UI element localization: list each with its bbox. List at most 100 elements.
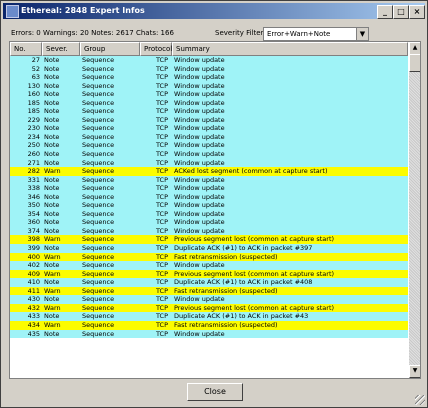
row-group: Sequence: [82, 218, 115, 227]
vertical-scrollbar[interactable]: ▲ ▼: [409, 42, 420, 378]
app-icon: [6, 5, 19, 18]
window-title: Ethereal: 2848 Expert Infos: [21, 6, 145, 15]
table-row[interactable]: 432 Warn Sequence TCP Previous segment lost …: [10, 303, 408, 313]
row-severity: Note: [44, 175, 60, 184]
table-row[interactable]: 433 Note Sequence TCP Duplicate ACK (#1) to …: [10, 312, 408, 321]
table-row[interactable]: 346 Note Sequence TCP Window update: [10, 192, 408, 202]
row-severity: Note: [44, 184, 60, 193]
scroll-down-button[interactable]: ▼: [409, 365, 420, 378]
row-group: Sequence: [82, 226, 115, 235]
row-summary: Window update: [174, 329, 225, 338]
row-protocol: TCP: [155, 56, 168, 64]
row-severity: Note: [44, 192, 60, 201]
table-row[interactable]: 230 Note Sequence TCP Window update: [10, 124, 408, 133]
row-severity: Note: [44, 295, 60, 304]
row-no: 360: [27, 218, 40, 227]
list-header: No. Sever. Group Protocol Summary: [10, 42, 408, 56]
row-group: Sequence: [82, 261, 115, 270]
table-row[interactable]: 430 Note Sequence TCP Window update: [10, 295, 408, 304]
row-severity: Note: [44, 56, 60, 64]
row-protocol: TCP: [155, 226, 168, 235]
title-bar[interactable]: Ethereal: 2848 Expert Infos _ □ ×: [3, 3, 425, 19]
row-severity: Note: [44, 209, 60, 218]
table-row[interactable]: 160 Note Sequence TCP Window update: [10, 90, 408, 99]
table-row[interactable]: 400 Warn Sequence TCP Fast retransmission (s…: [10, 252, 408, 262]
row-severity: Warn: [44, 286, 61, 295]
table-row[interactable]: 250 Note Sequence TCP Window update: [10, 141, 408, 151]
scroll-thumb[interactable]: [409, 54, 420, 72]
table-row[interactable]: 63 Note Sequence TCP Window update: [10, 73, 408, 82]
table-row[interactable]: 185 Note Sequence TCP Window update: [10, 98, 408, 108]
table-row[interactable]: 434 Warn Sequence TCP Fast retransmission (s…: [10, 320, 408, 330]
row-no: 338: [27, 184, 40, 193]
column-header-protocol[interactable]: Protocol: [140, 42, 172, 56]
table-row[interactable]: 338 Note Sequence TCP Window update: [10, 184, 408, 193]
row-no: 130: [27, 81, 40, 90]
table-row[interactable]: 398 Warn Sequence TCP Previous segment lost …: [10, 235, 408, 245]
row-severity: Warn: [44, 269, 61, 278]
close-window-button[interactable]: ×: [409, 5, 425, 19]
table-row[interactable]: 260 Note Sequence TCP Window update: [10, 150, 408, 159]
row-group: Sequence: [82, 269, 115, 278]
maximize-button[interactable]: □: [393, 5, 409, 19]
column-header-no[interactable]: No.: [10, 42, 42, 56]
table-row[interactable]: 229 Note Sequence TCP Window update: [10, 115, 408, 125]
expert-info-list[interactable]: No. Sever. Group Protocol Summary 27 Note…: [9, 41, 421, 379]
row-no: 409: [27, 269, 40, 278]
row-no: 52: [31, 64, 40, 73]
row-no: 250: [27, 141, 40, 150]
table-row[interactable]: 374 Note Sequence TCP Window update: [10, 226, 408, 236]
table-row[interactable]: 354 Note Sequence TCP Window update: [10, 209, 408, 219]
minimize-button[interactable]: _: [377, 5, 393, 19]
row-group: Sequence: [82, 64, 115, 73]
table-row[interactable]: 331 Note Sequence TCP Window update: [10, 175, 408, 185]
table-row[interactable]: 27 Note Sequence TCP Window update: [10, 56, 408, 65]
column-header-summary[interactable]: Summary: [172, 42, 408, 56]
row-protocol: TCP: [155, 184, 168, 193]
row-no: 160: [27, 90, 40, 99]
row-protocol: TCP: [155, 235, 168, 244]
chevron-down-icon[interactable]: ▼: [356, 28, 368, 40]
table-row[interactable]: 234 Note Sequence TCP Window update: [10, 132, 408, 142]
table-row[interactable]: 52 Note Sequence TCP Window update: [10, 64, 408, 74]
table-row[interactable]: 350 Note Sequence TCP Window update: [10, 201, 408, 210]
row-no: 27: [31, 56, 40, 64]
severity-filter-select[interactable]: Error+Warn+Note ▼: [263, 27, 369, 41]
row-protocol: TCP: [155, 329, 168, 338]
row-group: Sequence: [82, 158, 115, 167]
table-row[interactable]: 185 Note Sequence TCP Window update: [10, 107, 408, 116]
table-row[interactable]: 410 Note Sequence TCP Duplicate ACK (#1) to …: [10, 278, 408, 287]
table-row[interactable]: 271 Note Sequence TCP Window update: [10, 158, 408, 168]
table-row[interactable]: 411 Warn Sequence TCP Fast retransmission (s…: [10, 286, 408, 296]
column-header-severity[interactable]: Sever.: [42, 42, 80, 56]
table-row[interactable]: 130 Note Sequence TCP Window update: [10, 81, 408, 91]
table-row[interactable]: 402 Note Sequence TCP Window update: [10, 261, 408, 270]
close-button[interactable]: Close: [187, 383, 243, 401]
table-row[interactable]: 435 Note Sequence TCP Window update: [10, 329, 408, 339]
row-summary: Window update: [174, 115, 225, 124]
row-summary: Previous segment lost (common at capture…: [174, 303, 335, 312]
row-group: Sequence: [82, 329, 115, 338]
row-summary: Window update: [174, 141, 225, 150]
row-summary: Window update: [174, 90, 225, 99]
table-row[interactable]: 360 Note Sequence TCP Window update: [10, 218, 408, 227]
row-no: 282: [27, 167, 40, 176]
row-group: Sequence: [82, 303, 115, 312]
column-header-group[interactable]: Group: [80, 42, 140, 56]
row-group: Sequence: [82, 124, 115, 133]
row-protocol: TCP: [155, 218, 168, 227]
table-row[interactable]: 399 Note Sequence TCP Duplicate ACK (#1) to …: [10, 244, 408, 253]
row-protocol: TCP: [155, 141, 168, 150]
table-row[interactable]: 409 Warn Sequence TCP Previous segment lost …: [10, 269, 408, 279]
row-summary: Fast retransmission (suspected): [174, 320, 278, 329]
row-summary: Window update: [174, 124, 225, 133]
severity-filter-value: Error+Warn+Note: [267, 30, 331, 38]
resize-grip[interactable]: [415, 395, 425, 405]
row-severity: Note: [44, 141, 60, 150]
row-severity: Note: [44, 124, 60, 133]
table-row[interactable]: 282 Warn Sequence TCP ACKed lost segment (co…: [10, 167, 408, 176]
row-no: 331: [27, 175, 40, 184]
row-group: Sequence: [82, 320, 115, 329]
row-summary: Fast retransmission (suspected): [174, 252, 278, 261]
row-group: Sequence: [82, 312, 115, 321]
